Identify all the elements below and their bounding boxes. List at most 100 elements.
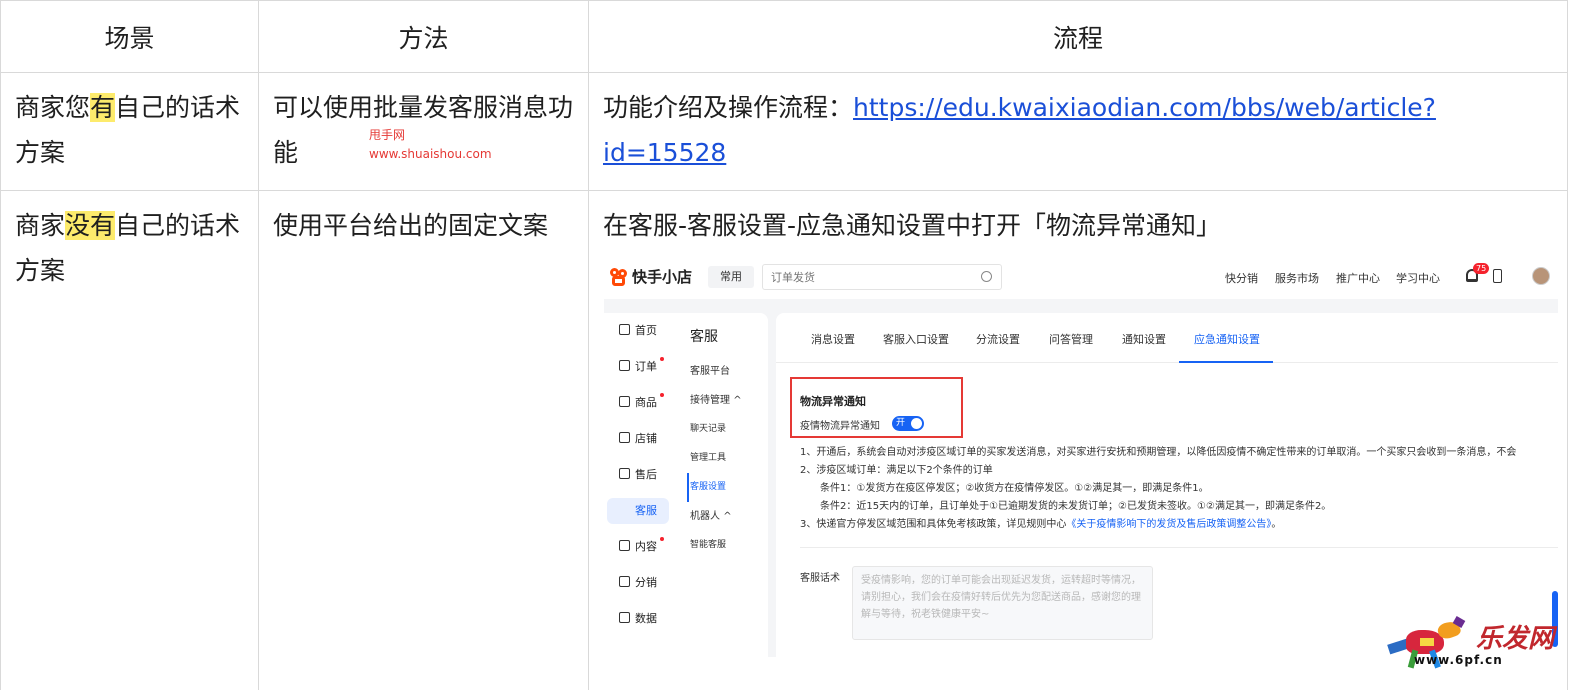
sub-item-smart-service[interactable]: 智能客服 [690,531,768,560]
menu-item-label: 首页 [635,324,657,337]
phone-icon[interactable] [1493,269,1502,283]
search-box[interactable] [762,264,1002,290]
script-textarea[interactable]: 受疫情影响，您的订单可能会出现延迟发货，运转超时等情况，请别担心，我们会在疫情好… [852,566,1153,640]
tab-emergency-notice[interactable]: 应急通知设置 [1194,331,1260,347]
menu-item[interactable]: 首页 [604,313,682,349]
rule-line: 1、开通后，系统会自动对涉疫区域订单的买家发送消息，对买家进行安抚和预期管理，以… [800,447,1517,458]
menu-item[interactable]: 内容 [604,529,682,565]
common-chip[interactable]: 常用 [708,266,754,288]
nav-kuaifenxiao[interactable]: 快分销 [1225,270,1258,286]
sub-item-label: 接待管理 [690,395,730,406]
table-row: 商家您有自己的话术方案 可以使用批量发客服消息功能 功能介绍及操作流程：http… [0,72,1568,191]
menu-item[interactable]: 客服 [604,493,682,529]
active-tab-indicator [1179,361,1273,363]
nav-promotion[interactable]: 推广中心 [1336,270,1380,286]
tab-entry[interactable]: 客服入口设置 [883,331,949,347]
header-method: 方法 [258,0,589,73]
sub-menu: 客服 客服平台 接待管理 ^ 聊天记录 管理工具 客服设置 机器人 ^ 智能客服 [687,313,768,560]
header-flow: 流程 [588,0,1568,73]
red-dot-icon [660,537,664,541]
sub-item-label: 机器人 [690,511,720,522]
embedded-screenshot: 快手小店 常用 快分销 服务市场 推广中心 学习中心 75 首页订单商品店铺售后… [604,255,1558,657]
sidebar: 首页 订单 商品 店铺 售后 客服 内容 分销 数据 客服 客服平台 接待管理 ^ 聊天记录 管… [604,313,768,657]
rule-text: 。 [1271,519,1282,530]
brand-name: 乐发网 [1476,624,1555,654]
brand-url: www.6pf.cn [1414,653,1503,667]
scene-cell: 商家您有自己的话术方案 [0,72,259,191]
kwai-shop-logo[interactable]: 快手小店 [610,266,692,287]
menu-item-label: 客服 [635,504,657,517]
rule-line: 3、快递官方停发区域范围和具体免考核政策，详见规则中心《关于疫情影响下的发货及售… [800,515,1281,530]
sub-item-reception[interactable]: 接待管理 ^ [690,386,768,415]
notice-label: 疫情物流异常通知 [800,421,880,432]
search-icon[interactable] [981,271,992,282]
sub-item-chat-history[interactable]: 聊天记录 [690,415,768,444]
menu-item-label: 数据 [635,612,657,625]
top-bar: 快手小店 常用 快分销 服务市场 推广中心 学习中心 75 [604,255,1558,299]
order-icon [619,360,630,371]
watermark-line: www.shuaishou.com [369,147,492,161]
notice-title: 物流异常通知 [800,395,866,408]
scene-cell: 商家没有自己的话术方案 [0,190,259,690]
sub-item-platform[interactable]: 客服平台 [690,357,768,386]
nav-learning[interactable]: 学习中心 [1396,270,1440,286]
avatar[interactable] [1532,267,1550,285]
policy-link[interactable]: 《关于疫情影响下的发货及售后政策调整公告》 [1066,519,1271,530]
header-scene: 场景 [0,0,259,73]
tab-message[interactable]: 消息设置 [811,331,855,347]
watermark-line: 甩手网 [369,128,406,142]
main-menu: 首页订单商品店铺售后客服内容分销数据 [604,313,682,637]
toggle-knob [911,418,922,429]
chevron-up-icon: ^ [733,395,742,406]
tab-notice[interactable]: 通知设置 [1122,331,1166,347]
tab-routing[interactable]: 分流设置 [976,331,1020,347]
sub-item-service-settings[interactable]: 客服设置 [687,473,768,502]
menu-item[interactable]: 分销 [604,565,682,601]
sub-item-tools[interactable]: 管理工具 [690,444,768,473]
search-input[interactable] [763,265,963,289]
menu-item-label: 店铺 [635,432,657,445]
menu-item[interactable]: 商品 [604,385,682,421]
main-panel: 消息设置 客服入口设置 分流设置 问答管理 通知设置 应急通知设置 物流异常通知… [776,313,1558,657]
menu-item-label: 售后 [635,468,657,481]
script-label: 客服话术 [800,573,840,584]
aftersale-icon [619,468,630,479]
rule-line: 2、涉疫区域订单：满足以下2个条件的订单 [800,465,993,476]
chevron-up-icon: ^ [723,511,732,522]
home-icon [619,324,630,335]
menu-item[interactable]: 店铺 [604,421,682,457]
shuaishou-watermark: 甩手网 www.shuaishou.com [369,126,492,164]
menu-item[interactable]: 售后 [604,457,682,493]
flow-prefix: 功能介绍及操作流程： [603,93,854,122]
divider [800,547,1558,548]
rule-text: 3、快递官方停发区域范围和具体免考核政策，详见规则中心 [800,519,1067,530]
menu-item[interactable]: 订单 [604,349,682,385]
menu-item-label: 订单 [635,360,657,373]
tab-qa[interactable]: 问答管理 [1049,331,1093,347]
tab-bar: 消息设置 客服入口设置 分流设置 问答管理 通知设置 应急通知设置 [776,313,1558,363]
highlight-text: 没有 [65,211,116,240]
sub-item-robot[interactable]: 机器人 ^ [690,502,768,531]
menu-item-label: 内容 [635,540,657,553]
toggle-text: 开 [896,418,906,428]
menu-item[interactable]: 数据 [604,601,682,637]
distribution-icon [619,576,630,587]
red-dot-icon [660,393,664,397]
menu-item-label: 商品 [635,396,657,409]
notice-toggle[interactable]: 开 [892,416,924,431]
flow-cell: 功能介绍及操作流程：https://edu.kwaixiaodian.com/b… [588,72,1568,191]
content-icon [619,540,630,551]
lefa-watermark: 乐发网 www.6pf.cn [1384,614,1564,678]
notification-badge: 75 [1473,263,1490,274]
scene-text: 商家您 [15,93,91,122]
shop-icon [619,432,630,443]
sub-menu-title: 客服 [690,329,718,345]
red-dot-icon [660,357,664,361]
rule-line: 条件1：①发货方在疫区停发区；②收货方在疫情停发区。①②满足其一，即满足条件1。 [820,483,1209,494]
menu-item-label: 分销 [635,576,657,589]
highlight-text: 有 [90,93,116,122]
nav-service-market[interactable]: 服务市场 [1275,270,1319,286]
method-cell: 使用平台给出的固定文案 [258,190,589,690]
kwai-logo-icon [610,267,628,286]
scene-text: 商家 [15,211,66,240]
